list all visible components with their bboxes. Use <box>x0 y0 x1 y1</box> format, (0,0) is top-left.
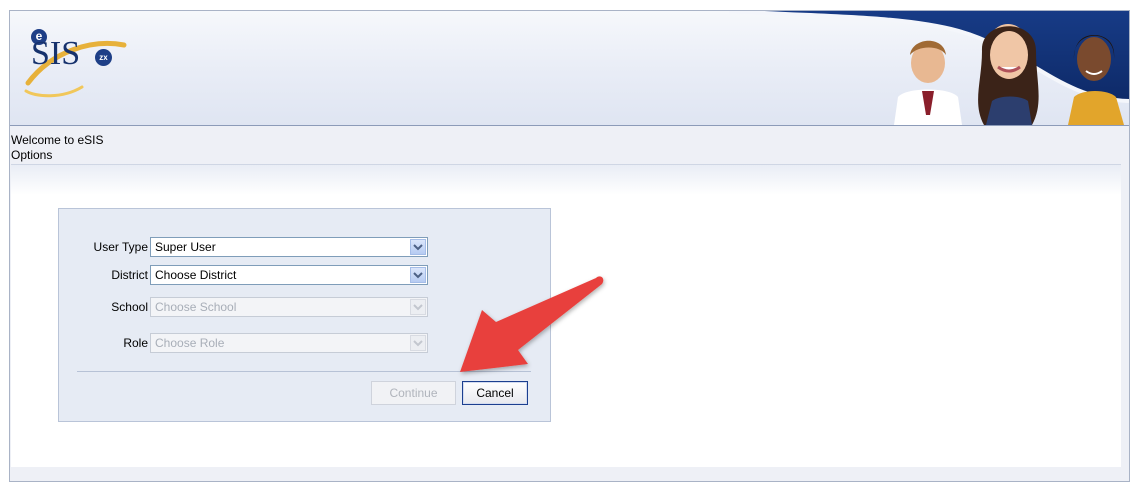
role-value: Choose Role <box>155 336 225 350</box>
chevron-down-icon <box>410 335 426 351</box>
logo-zx-badge: zx <box>95 49 112 66</box>
page-title: Welcome to eSIS <box>11 133 104 147</box>
user-type-label: User Type <box>93 240 148 254</box>
chevron-down-icon[interactable] <box>410 239 426 255</box>
school-label: School <box>111 300 148 314</box>
red-arrow-icon <box>460 276 604 372</box>
header-photo <box>860 11 1129 125</box>
cancel-button[interactable]: Cancel <box>462 381 528 405</box>
school-value: Choose School <box>155 300 237 314</box>
role-label: Role <box>123 336 148 350</box>
user-type-row: User Type Super User <box>59 237 550 257</box>
content-top-band <box>11 165 1121 195</box>
role-select[interactable]: Choose Role <box>150 333 428 353</box>
app-header: e SIS zx <box>10 11 1129 126</box>
district-select[interactable]: Choose District <box>150 265 428 285</box>
app-logo: SIS <box>31 35 81 72</box>
user-type-value: Super User <box>155 240 216 254</box>
chevron-down-icon[interactable] <box>410 267 426 283</box>
chevron-down-icon <box>410 299 426 315</box>
district-label: District <box>111 268 148 282</box>
district-value: Choose District <box>155 268 237 282</box>
continue-button[interactable]: Continue <box>371 381 456 405</box>
school-select[interactable]: Choose School <box>150 297 428 317</box>
user-type-select[interactable]: Super User <box>150 237 428 257</box>
page-subtitle: Options <box>11 148 53 162</box>
